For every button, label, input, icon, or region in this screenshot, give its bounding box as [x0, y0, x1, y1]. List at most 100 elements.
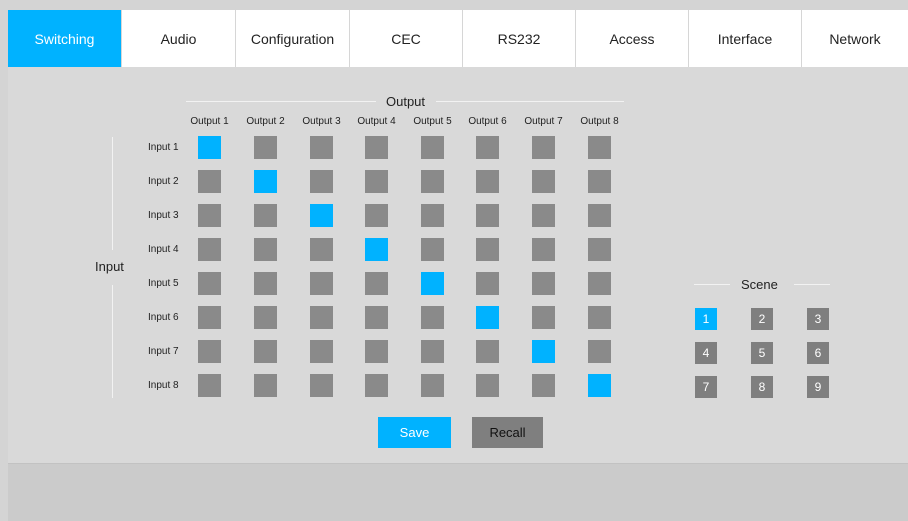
output-label-7: Output 7 [524, 116, 563, 127]
top-tab-bar: Switching Audio Configuration CEC RS232 Acces… [8, 10, 908, 67]
route-cell-in8-out7[interactable] [532, 374, 555, 397]
route-cell-in5-out4[interactable] [365, 272, 388, 295]
route-cell-in2-out6[interactable] [476, 170, 499, 193]
route-cell-in1-out5[interactable] [421, 136, 444, 159]
route-cell-in7-out7[interactable] [532, 340, 555, 363]
route-cell-in1-out6[interactable] [476, 136, 499, 159]
footer-band [8, 463, 908, 521]
input-axis-line-bottom [112, 285, 113, 398]
route-cell-in1-out1[interactable] [198, 136, 221, 159]
route-cell-in4-out3[interactable] [310, 238, 333, 261]
route-cell-in7-out2[interactable] [254, 340, 277, 363]
recall-button[interactable]: Recall [472, 417, 543, 448]
scene-button-9[interactable]: 9 [807, 376, 829, 398]
route-cell-in8-out6[interactable] [476, 374, 499, 397]
route-cell-in5-out6[interactable] [476, 272, 499, 295]
route-cell-in6-out7[interactable] [532, 306, 555, 329]
route-cell-in6-out5[interactable] [421, 306, 444, 329]
input-title: Input [95, 259, 124, 274]
input-label-5: Input 5 [148, 278, 179, 289]
route-cell-in3-out4[interactable] [365, 204, 388, 227]
scene-button-2[interactable]: 2 [751, 308, 773, 330]
route-cell-in7-out1[interactable] [198, 340, 221, 363]
route-cell-in2-out1[interactable] [198, 170, 221, 193]
route-cell-in5-out5[interactable] [421, 272, 444, 295]
route-cell-in3-out5[interactable] [421, 204, 444, 227]
output-label-1: Output 1 [190, 116, 229, 127]
route-cell-in1-out4[interactable] [365, 136, 388, 159]
output-header-line-left [186, 101, 376, 102]
route-cell-in4-out1[interactable] [198, 238, 221, 261]
route-cell-in8-out4[interactable] [365, 374, 388, 397]
route-cell-in4-out8[interactable] [588, 238, 611, 261]
scene-button-8[interactable]: 8 [751, 376, 773, 398]
route-cell-in3-out2[interactable] [254, 204, 277, 227]
route-cell-in3-out6[interactable] [476, 204, 499, 227]
route-cell-in2-out5[interactable] [421, 170, 444, 193]
route-cell-in8-out8[interactable] [588, 374, 611, 397]
switching-panel [8, 67, 908, 463]
route-cell-in4-out7[interactable] [532, 238, 555, 261]
tab-switching[interactable]: Switching [8, 10, 122, 67]
scene-button-1[interactable]: 1 [695, 308, 717, 330]
route-cell-in3-out3[interactable] [310, 204, 333, 227]
tab-interface[interactable]: Interface [689, 10, 802, 67]
route-cell-in5-out1[interactable] [198, 272, 221, 295]
route-cell-in3-out7[interactable] [532, 204, 555, 227]
scene-button-3[interactable]: 3 [807, 308, 829, 330]
route-cell-in4-out4[interactable] [365, 238, 388, 261]
route-cell-in8-out3[interactable] [310, 374, 333, 397]
tab-rs232[interactable]: RS232 [463, 10, 576, 67]
route-cell-in7-out8[interactable] [588, 340, 611, 363]
route-cell-in1-out2[interactable] [254, 136, 277, 159]
route-cell-in2-out7[interactable] [532, 170, 555, 193]
tab-network[interactable]: Network [802, 10, 908, 67]
route-cell-in4-out5[interactable] [421, 238, 444, 261]
input-label-1: Input 1 [148, 142, 179, 153]
route-cell-in8-out2[interactable] [254, 374, 277, 397]
route-cell-in8-out5[interactable] [421, 374, 444, 397]
route-cell-in6-out4[interactable] [365, 306, 388, 329]
input-label-8: Input 8 [148, 380, 179, 391]
output-label-3: Output 3 [302, 116, 341, 127]
input-label-4: Input 4 [148, 244, 179, 255]
route-cell-in2-out8[interactable] [588, 170, 611, 193]
route-cell-in1-out3[interactable] [310, 136, 333, 159]
route-cell-in2-out3[interactable] [310, 170, 333, 193]
route-cell-in5-out3[interactable] [310, 272, 333, 295]
scene-button-7[interactable]: 7 [695, 376, 717, 398]
output-label-8: Output 8 [580, 116, 619, 127]
route-cell-in6-out6[interactable] [476, 306, 499, 329]
route-cell-in6-out8[interactable] [588, 306, 611, 329]
route-cell-in7-out4[interactable] [365, 340, 388, 363]
tab-configuration[interactable]: Configuration [236, 10, 350, 67]
scene-button-5[interactable]: 5 [751, 342, 773, 364]
route-cell-in6-out3[interactable] [310, 306, 333, 329]
route-cell-in5-out8[interactable] [588, 272, 611, 295]
route-cell-in7-out5[interactable] [421, 340, 444, 363]
route-cell-in2-out2[interactable] [254, 170, 277, 193]
scene-button-4[interactable]: 4 [695, 342, 717, 364]
save-button[interactable]: Save [378, 417, 451, 448]
input-axis-line-top [112, 137, 113, 250]
route-cell-in4-out6[interactable] [476, 238, 499, 261]
route-cell-in8-out1[interactable] [198, 374, 221, 397]
scene-button-6[interactable]: 6 [807, 342, 829, 364]
route-cell-in1-out7[interactable] [532, 136, 555, 159]
route-cell-in4-out2[interactable] [254, 238, 277, 261]
tab-audio[interactable]: Audio [122, 10, 236, 67]
scene-header-line-right [794, 284, 830, 285]
route-cell-in6-out1[interactable] [198, 306, 221, 329]
output-title: Output [386, 94, 426, 109]
tab-access[interactable]: Access [576, 10, 689, 67]
route-cell-in7-out6[interactable] [476, 340, 499, 363]
route-cell-in1-out8[interactable] [588, 136, 611, 159]
route-cell-in7-out3[interactable] [310, 340, 333, 363]
route-cell-in6-out2[interactable] [254, 306, 277, 329]
tab-cec[interactable]: CEC [350, 10, 463, 67]
route-cell-in5-out7[interactable] [532, 272, 555, 295]
route-cell-in5-out2[interactable] [254, 272, 277, 295]
route-cell-in2-out4[interactable] [365, 170, 388, 193]
route-cell-in3-out1[interactable] [198, 204, 221, 227]
route-cell-in3-out8[interactable] [588, 204, 611, 227]
